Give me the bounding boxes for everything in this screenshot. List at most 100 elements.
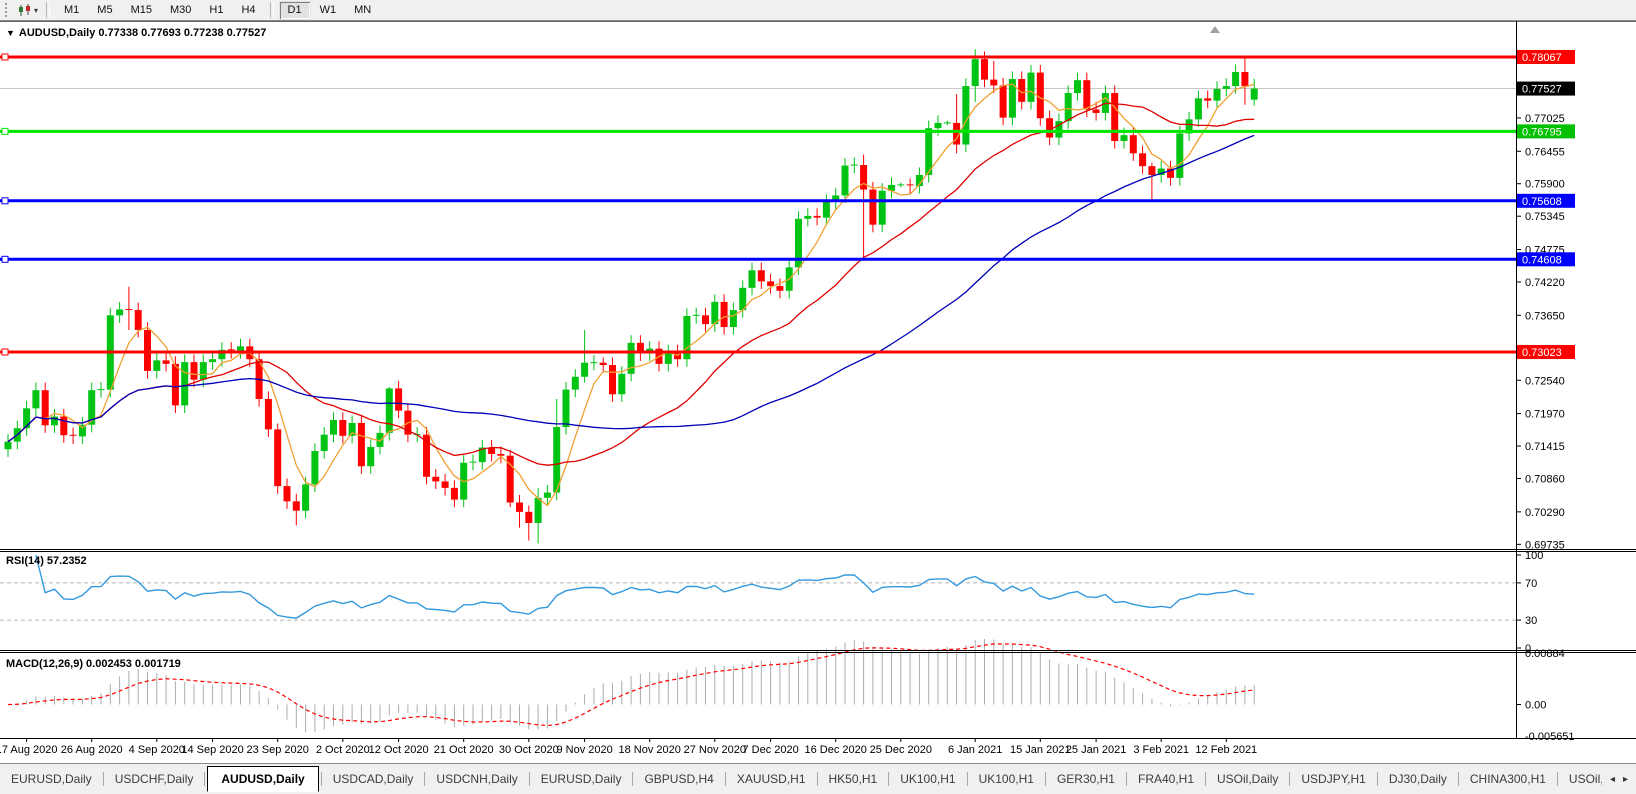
rsi-pane[interactable] [0,555,1516,620]
candle-body [135,310,142,330]
timeframe-button-M5[interactable]: M5 [88,1,121,20]
date-label: 16 Dec 2020 [805,744,867,756]
candle-body [842,166,849,196]
candle-body [5,442,12,450]
timeframe-button-M1[interactable]: M1 [55,1,88,20]
price-axis[interactable]: 0.770250.764550.759000.753450.747750.742… [1516,50,1575,743]
candle-body [1251,89,1258,100]
tab-eurusd-daily[interactable]: EURUSD,Daily [0,768,103,790]
candle-body [339,420,346,436]
timeframe-toolbar: ▾ M1M5M15M30H1H4 D1W1MN [0,0,1636,21]
timeframe-button-M15[interactable]: M15 [122,1,161,20]
candle-body [172,364,179,406]
candle-body [200,362,207,380]
candle-body [702,315,709,324]
toolbar-grip[interactable] [5,3,11,17]
level-line-anchor[interactable] [2,128,8,134]
axis-tick-label: 0.75345 [1525,211,1565,223]
candle-body [302,484,309,510]
main-chart-pane[interactable] [0,49,1516,543]
rsi-value: 57.2352 [47,555,87,567]
candle-body [237,346,244,351]
date-label: 4 Sep 2020 [129,744,185,756]
candle-body [367,447,374,466]
candle-body [1065,93,1072,121]
timeframe-button-W1[interactable]: W1 [311,1,346,20]
level-line-anchor[interactable] [2,54,8,60]
candle-body [386,388,393,432]
tab-scroll-right-icon[interactable]: ▸ [1623,774,1628,785]
tab-scroll-left-icon[interactable]: ◂ [1610,774,1615,785]
date-label: 3 Feb 2021 [1133,744,1189,756]
candle-body [990,80,997,86]
tab-usoil-daily[interactable]: USOil,Daily [1206,768,1289,790]
candle-body [544,493,551,498]
candle-body [609,365,616,394]
tab-hk50-h1[interactable]: HK50,H1 [818,768,889,790]
chart-window[interactable]: 0.770250.764550.759000.753450.747750.742… [0,21,1636,763]
candle-body [749,270,756,288]
tab-usdchf-daily[interactable]: USDCHF,Daily [104,768,205,790]
date-axis[interactable]: 17 Aug 202026 Aug 20204 Sep 202014 Sep 2… [0,738,1257,756]
axis-tick-label: 0.76455 [1525,146,1565,158]
chart-shift-marker-icon[interactable] [1210,26,1220,33]
candle-body [1083,80,1090,109]
chart-canvas[interactable]: 0.770250.764550.759000.753450.747750.742… [0,21,1636,763]
tab-usdjpy-h1[interactable]: USDJPY,H1 [1290,768,1376,790]
axis-tick-label: 0.70290 [1525,507,1565,519]
candle-body [293,501,300,510]
date-label: 18 Nov 2020 [619,744,681,756]
candle-body [497,454,504,456]
macd-axis-label: 0.00 [1525,700,1546,712]
tab-fra40-h1[interactable]: FRA40,H1 [1127,768,1205,790]
date-label: 6 Jan 2021 [948,744,1002,756]
tab-eurusd-daily[interactable]: EURUSD,Daily [530,768,633,790]
candle-body [1214,89,1221,101]
tab-audusd-daily[interactable]: AUDUSD,Daily [207,766,318,792]
level-line-anchor[interactable] [2,349,8,355]
macd-pane[interactable] [8,639,1254,732]
rsi-axis-label: 30 [1525,615,1537,627]
tab-ger30-h1[interactable]: GER30,H1 [1046,768,1126,790]
tab-usoil-h1[interactable]: USOil,H1 [1558,768,1602,790]
candle-body [1232,72,1239,86]
macd-axis-label: -0.005651 [1525,731,1575,743]
axis-tick-label: 0.75900 [1525,179,1565,191]
candle-body [1111,93,1118,141]
timeframe-button-MN[interactable]: MN [345,1,380,20]
chart-collapse-icon[interactable]: ▼ [6,28,15,38]
date-label: 12 Oct 2020 [369,744,429,756]
tab-xauusd-h1[interactable]: XAUUSD,H1 [726,768,817,790]
macd-label: MACD(12,26,9)0.0024530.001719 [6,658,184,670]
candle-body [962,86,969,144]
chart-type-button[interactable]: ▾ [15,3,41,18]
macd-main-value: 0.002453 [86,658,132,670]
tab-gbpusd-h4[interactable]: GBPUSD,H4 [633,768,724,790]
candle-body [823,202,830,218]
ohlc-low: 0.77238 [184,27,224,39]
timeframe-button-H4[interactable]: H4 [232,1,264,20]
tab-uk100-h1[interactable]: UK100,H1 [968,768,1045,790]
candle-body [814,216,821,218]
timeframe-button-H1[interactable]: H1 [200,1,232,20]
candle-body [163,360,170,364]
date-label: 30 Oct 2020 [499,744,559,756]
date-label: 27 Nov 2020 [684,744,746,756]
tab-uk100-h1[interactable]: UK100,H1 [889,768,966,790]
tab-usdcnh-daily[interactable]: USDCNH,Daily [425,768,528,790]
toolbar-separator [46,2,50,18]
ma-line-20 [8,103,1254,465]
level-line-anchor[interactable] [2,198,8,204]
tab-dj30-daily[interactable]: DJ30,Daily [1378,768,1458,790]
candle-body [1000,85,1007,117]
rsi-label: RSI(14)57.2352 [6,555,90,567]
level-line-anchor[interactable] [2,256,8,262]
candle-body [721,302,728,327]
timeframe-button-M30[interactable]: M30 [161,1,200,20]
tab-usdcad-daily[interactable]: USDCAD,Daily [322,768,425,790]
date-label: 23 Sep 2020 [247,744,309,756]
timeframe-button-D1[interactable]: D1 [279,1,311,20]
tab-china300-h1[interactable]: CHINA300,H1 [1459,768,1557,790]
candle-body [1204,98,1211,100]
candle-body [563,390,570,427]
